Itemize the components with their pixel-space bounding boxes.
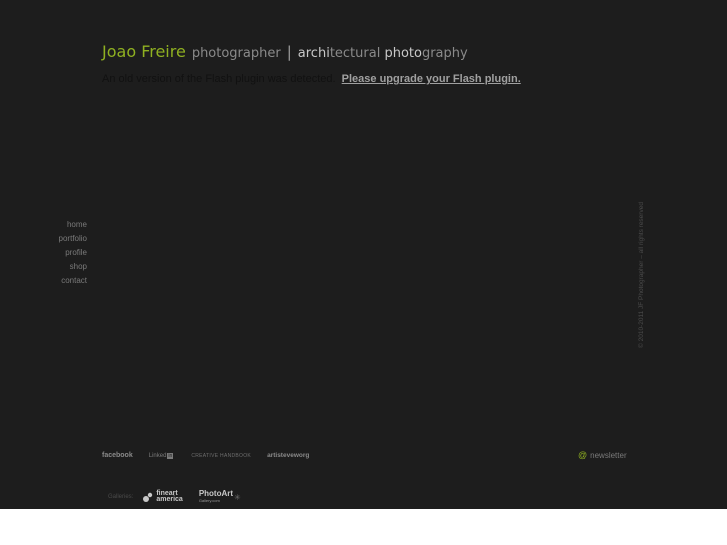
tagline-part-4: graphy bbox=[421, 46, 468, 61]
header-separator: | bbox=[286, 43, 292, 61]
linkedin-label: Linked bbox=[148, 452, 167, 459]
galleries-label: Galleries: bbox=[108, 494, 134, 500]
tagline-part-1: archi bbox=[297, 46, 330, 61]
site-name[interactable]: Joao Freire bbox=[102, 42, 186, 61]
main-nav: home portfolio profile shop contact bbox=[59, 218, 87, 288]
social-links: facebook Linked in CREATIVE HANDBOOK arti… bbox=[102, 452, 309, 459]
photoart-gallery-link[interactable]: PhotoArt Gallery.com ✳ bbox=[199, 490, 241, 504]
galleries-bar: Galleries: fineart america PhotoArt Gall… bbox=[108, 490, 241, 504]
flash-warning: An old version of the Flash plugin was d… bbox=[102, 73, 521, 85]
creative-handbook-link[interactable]: CREATIVE HANDBOOK bbox=[191, 453, 251, 459]
sparkle-icon: ✳ bbox=[234, 492, 241, 502]
flash-warning-text: An old version of the Flash plugin was d… bbox=[102, 73, 336, 85]
copyright-notice: © 2010-2011 JF Photographer – all rights… bbox=[638, 202, 645, 348]
photoart-subtitle: Gallery.com bbox=[198, 498, 220, 503]
newsletter-label: newsletter bbox=[590, 451, 627, 460]
fineart-logo-icon bbox=[143, 492, 153, 502]
nav-item-home[interactable]: home bbox=[59, 218, 87, 232]
nav-item-shop[interactable]: shop bbox=[59, 260, 87, 274]
at-icon: @ bbox=[578, 450, 588, 460]
newsletter-link[interactable]: @ newsletter bbox=[578, 450, 627, 460]
facebook-link[interactable]: facebook bbox=[102, 452, 133, 459]
tagline-part-3: photo bbox=[384, 46, 422, 61]
page-background: Joao Freire photographer | architectural ph… bbox=[0, 0, 727, 509]
upgrade-flash-link[interactable]: Please upgrade your Flash plugin. bbox=[342, 73, 521, 85]
nav-item-contact[interactable]: contact bbox=[59, 274, 87, 288]
nav-item-profile[interactable]: profile bbox=[59, 246, 87, 260]
tagline-part-2: tectural bbox=[329, 46, 385, 61]
fineart-america-link[interactable]: fineart america bbox=[143, 490, 183, 503]
photoart-title: PhotoArt bbox=[198, 489, 234, 498]
nav-item-portfolio[interactable]: portfolio bbox=[59, 232, 87, 246]
artist-link[interactable]: artisteveworg bbox=[267, 452, 309, 459]
fineart-line-2: america bbox=[156, 496, 183, 503]
linkedin-icon: in bbox=[167, 452, 174, 459]
site-role: photographer bbox=[191, 46, 281, 61]
site-header: Joao Freire photographer | architectural ph… bbox=[102, 42, 468, 61]
linkedin-link[interactable]: Linked in bbox=[148, 452, 174, 459]
